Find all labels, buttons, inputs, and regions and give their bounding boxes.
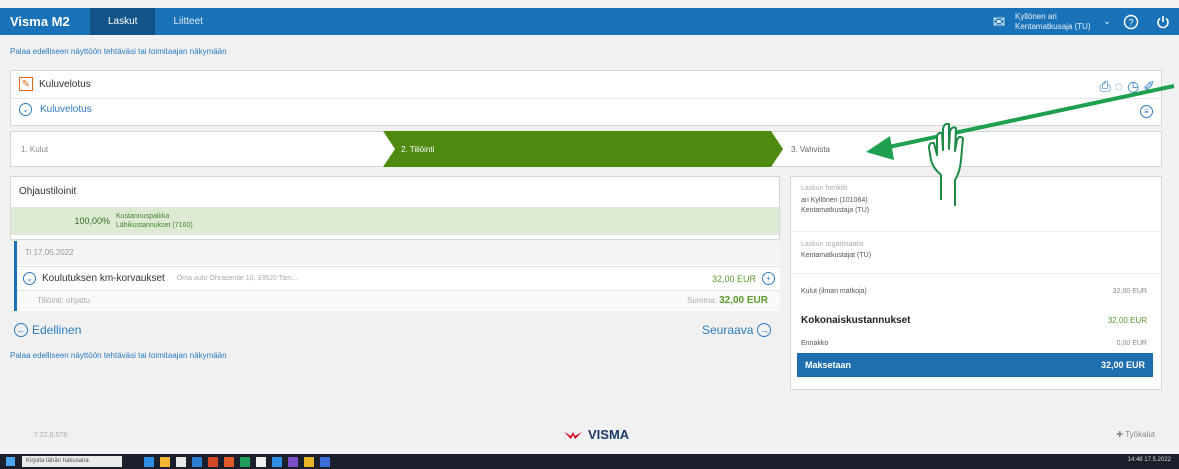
annotation-arrowhead [866,136,894,160]
annotation-overlay [866,84,1175,206]
annotation-arrow [883,84,1175,150]
